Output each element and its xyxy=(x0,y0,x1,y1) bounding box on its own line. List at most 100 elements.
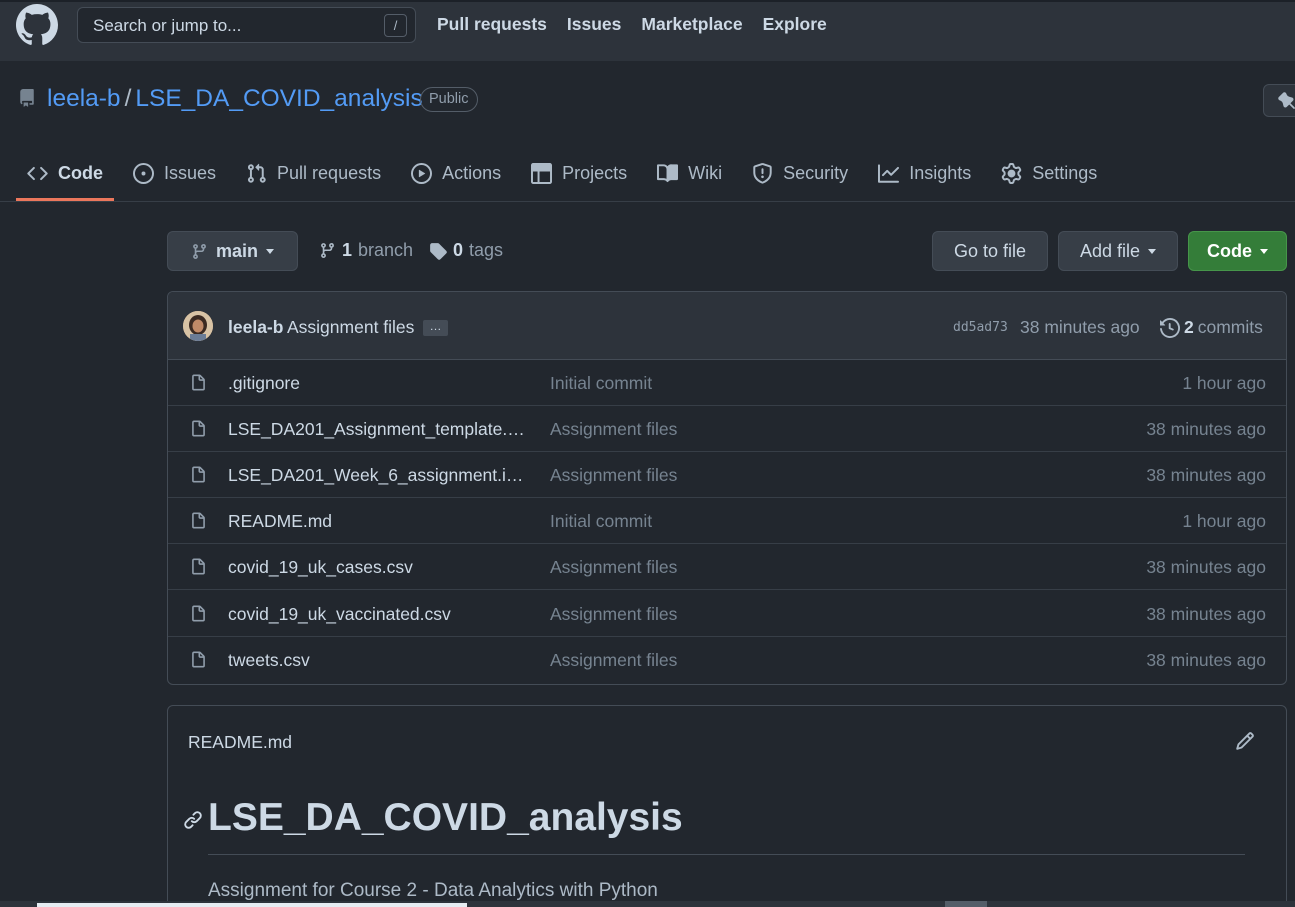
nav-pull-requests[interactable]: Pull requests xyxy=(437,14,547,35)
file-commit-time: 38 minutes ago xyxy=(1146,604,1266,624)
tab-insights[interactable]: Insights xyxy=(867,150,982,196)
tag-icon xyxy=(430,242,447,260)
nav-issues[interactable]: Issues xyxy=(567,14,621,35)
file-name-link[interactable]: covid_19_uk_vaccinated.csv xyxy=(228,604,451,625)
latest-commit-bar: leela-b Assignment files … dd5ad73 38 mi… xyxy=(168,292,1286,360)
file-listing: leela-b Assignment files … dd5ad73 38 mi… xyxy=(167,291,1287,685)
tab-actions[interactable]: Actions xyxy=(400,150,512,196)
file-row: covid_19_uk_cases.csv Assignment files 38 … xyxy=(168,544,1286,590)
file-name-link[interactable]: .gitignore xyxy=(228,373,300,394)
file-name-link[interactable]: covid_19_uk_cases.csv xyxy=(228,557,413,578)
go-to-file-button[interactable]: Go to file xyxy=(932,231,1048,271)
code-button[interactable]: Code xyxy=(1188,231,1287,271)
branch-select-button[interactable]: main xyxy=(167,231,298,271)
file-commit-time: 38 minutes ago xyxy=(1146,557,1266,577)
readme-panel: README.md LSE_DA_COVID_analysis Assignme… xyxy=(167,705,1287,907)
tab-code[interactable]: Code xyxy=(16,150,114,201)
tab-projects-label: Projects xyxy=(562,162,628,183)
tags-link[interactable]: 0 tags xyxy=(429,240,503,261)
add-file-label: Add file xyxy=(1079,240,1141,261)
file-commit-time: 38 minutes ago xyxy=(1146,419,1266,439)
branch-label: branch xyxy=(358,240,414,260)
commit-time: 38 minutes ago xyxy=(1020,317,1140,337)
file-name-link[interactable]: README.md xyxy=(228,511,332,532)
file-commit-message-link[interactable]: Assignment files xyxy=(550,419,677,440)
repo-name-link[interactable]: LSE_DA_COVID_analysis xyxy=(135,85,422,112)
search-input[interactable]: Search or jump to... / xyxy=(77,7,416,43)
table-icon xyxy=(531,162,553,184)
gear-icon xyxy=(1002,162,1022,184)
tab-code-label: Code xyxy=(58,162,103,183)
git-branch-icon xyxy=(193,243,206,259)
nav-marketplace[interactable]: Marketplace xyxy=(641,14,742,35)
readme-heading: LSE_DA_COVID_analysis xyxy=(208,796,683,839)
visibility-badge: Public xyxy=(420,87,478,112)
global-nav: Pull requests Issues Marketplace Explore xyxy=(437,14,827,35)
file-commit-message-link[interactable]: Assignment files xyxy=(550,604,677,625)
branch-name: main xyxy=(215,240,258,261)
readme-filename-link[interactable]: README.md xyxy=(188,732,292,753)
tab-projects[interactable]: Projects xyxy=(520,150,638,196)
commits-link[interactable]: 2 commits xyxy=(1160,317,1263,338)
scrollbar-thumb[interactable] xyxy=(37,903,467,907)
search-placeholder: Search or jump to... xyxy=(93,16,242,35)
file-commit-message-link[interactable]: Assignment files xyxy=(550,465,677,486)
file-row: LSE_DA201_Week_6_assignment.ipynb Assignm… xyxy=(168,452,1286,498)
book-icon xyxy=(657,163,679,182)
github-logo-icon[interactable] xyxy=(16,4,58,46)
tag-count: 0 xyxy=(453,240,464,260)
issue-opened-icon xyxy=(133,162,154,184)
scrollbar-handle[interactable] xyxy=(945,901,987,907)
file-row: tweets.csv Assignment files 38 minutes ago xyxy=(168,637,1286,683)
heading-divider xyxy=(208,854,1245,855)
file-icon xyxy=(192,420,205,437)
history-icon xyxy=(1160,317,1180,338)
global-header: Search or jump to... / Pull requests Iss… xyxy=(0,0,1295,61)
file-name-link[interactable]: LSE_DA201_Week_6_assignment.ipynb xyxy=(228,465,528,486)
git-branch-icon xyxy=(321,243,334,258)
nav-explore[interactable]: Explore xyxy=(763,14,827,35)
commit-message-link[interactable]: Assignment files xyxy=(287,317,414,338)
pin-button[interactable] xyxy=(1263,84,1295,117)
file-name-link[interactable]: tweets.csv xyxy=(228,650,310,671)
tab-settings-label: Settings xyxy=(1032,162,1098,183)
avatar[interactable] xyxy=(183,311,213,341)
file-icon xyxy=(192,651,205,668)
tab-actions-label: Actions xyxy=(442,162,502,183)
repo-owner-link[interactable]: leela-b xyxy=(47,85,121,112)
tab-security[interactable]: Security xyxy=(741,150,859,196)
file-commit-message-link[interactable]: Initial commit xyxy=(550,373,652,394)
code-button-label: Code xyxy=(1207,240,1252,261)
commit-sha-link[interactable]: dd5ad73 xyxy=(953,320,1008,335)
repo-separator: / xyxy=(124,85,132,112)
chevron-down-icon xyxy=(1260,248,1268,254)
tab-pull-requests-label: Pull requests xyxy=(277,162,382,183)
tab-issues[interactable]: Issues xyxy=(122,150,227,196)
chevron-down-icon xyxy=(266,248,274,254)
commit-author-link[interactable]: leela-b xyxy=(228,317,283,338)
pencil-icon[interactable] xyxy=(1235,731,1255,751)
file-commit-time: 1 hour ago xyxy=(1182,511,1266,531)
file-commit-message-link[interactable]: Initial commit xyxy=(550,511,652,532)
tab-security-label: Security xyxy=(783,162,849,183)
file-commit-message-link[interactable]: Assignment files xyxy=(550,650,677,671)
go-to-file-label: Go to file xyxy=(953,240,1027,261)
file-name-link[interactable]: LSE_DA201_Assignment_template.ipynb xyxy=(228,419,528,440)
tab-pull-requests[interactable]: Pull requests xyxy=(235,150,392,196)
file-row: README.md Initial commit 1 hour ago xyxy=(168,498,1286,544)
file-row: covid_19_uk_vaccinated.csv Assignment fil… xyxy=(168,591,1286,637)
tab-wiki-label: Wiki xyxy=(688,162,723,183)
graph-icon xyxy=(878,163,900,183)
file-commit-message-link[interactable]: Assignment files xyxy=(550,557,677,578)
link-icon[interactable] xyxy=(183,810,203,830)
tab-settings[interactable]: Settings xyxy=(990,150,1108,196)
add-file-button[interactable]: Add file xyxy=(1058,231,1178,271)
expand-commit-button[interactable]: … xyxy=(423,320,448,336)
tab-wiki[interactable]: Wiki xyxy=(646,150,733,196)
git-pull-request-icon xyxy=(247,163,266,183)
file-commit-time: 1 hour ago xyxy=(1182,373,1266,393)
commit-label: commits xyxy=(1197,317,1263,337)
file-row: .gitignore Initial commit 1 hour ago xyxy=(168,360,1286,406)
branch-count: 1 xyxy=(342,240,353,260)
branches-link[interactable]: 1 branch xyxy=(319,240,413,261)
